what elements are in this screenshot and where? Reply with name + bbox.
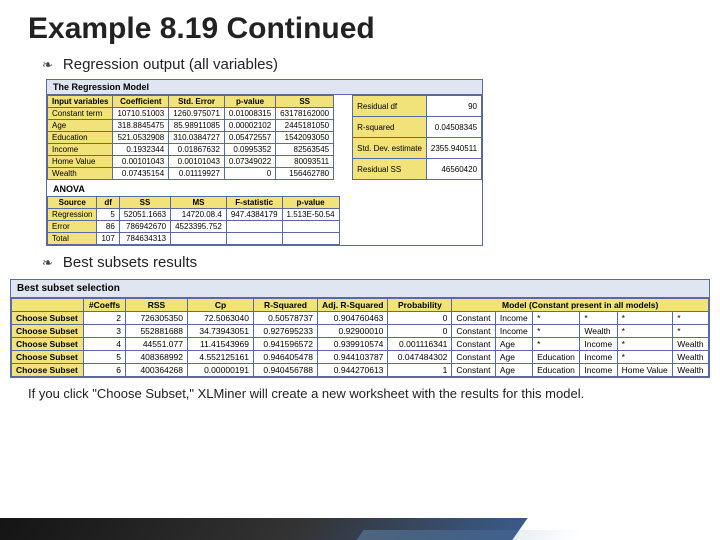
- regression-side-table: Residual df90 R-squared0.04508345 Std. D…: [352, 95, 482, 180]
- bullet-icon: ❧: [42, 255, 53, 271]
- anova-table: Source df SS MS F-statistic p-value Regr…: [47, 196, 340, 245]
- table-row: Choose Subset355288168834.739430510.9276…: [12, 325, 709, 338]
- subset-block: Best subset selection #Coeffs RSS Cp R-S…: [10, 279, 710, 378]
- regression-table: Input variables Coefficient Std. Error p…: [47, 95, 334, 180]
- table-row: Choose Subset272630535072.50630400.50578…: [12, 312, 709, 325]
- bullet-subsets: ❧ Best subsets results: [0, 252, 720, 277]
- footnote: If you click "Choose Subset," XLMiner wi…: [0, 378, 720, 401]
- anova-label: ANOVA: [47, 180, 482, 196]
- bullet-regression-text: Regression output (all variables): [63, 56, 278, 73]
- subset-header: Best subset selection: [11, 280, 709, 298]
- bullet-icon: ❧: [42, 57, 53, 73]
- table-row: Choose Subset54083689924.5521251610.9464…: [12, 351, 709, 364]
- regression-header: The Regression Model: [47, 80, 482, 95]
- subset-table: #Coeffs RSS Cp R-Squared Adj. R-Squared …: [11, 298, 709, 377]
- decorative-swoosh: [0, 514, 720, 540]
- regression-block: The Regression Model Input variables Coe…: [46, 79, 720, 246]
- bullet-regression: ❧ Regression output (all variables): [0, 54, 720, 79]
- table-row: Choose Subset64003642680.000001910.94045…: [12, 364, 709, 377]
- slide-title: Example 8.19 Continued: [0, 0, 720, 54]
- table-row: Choose Subset444551.07711.415439690.9415…: [12, 338, 709, 351]
- bullet-subsets-text: Best subsets results: [63, 254, 197, 271]
